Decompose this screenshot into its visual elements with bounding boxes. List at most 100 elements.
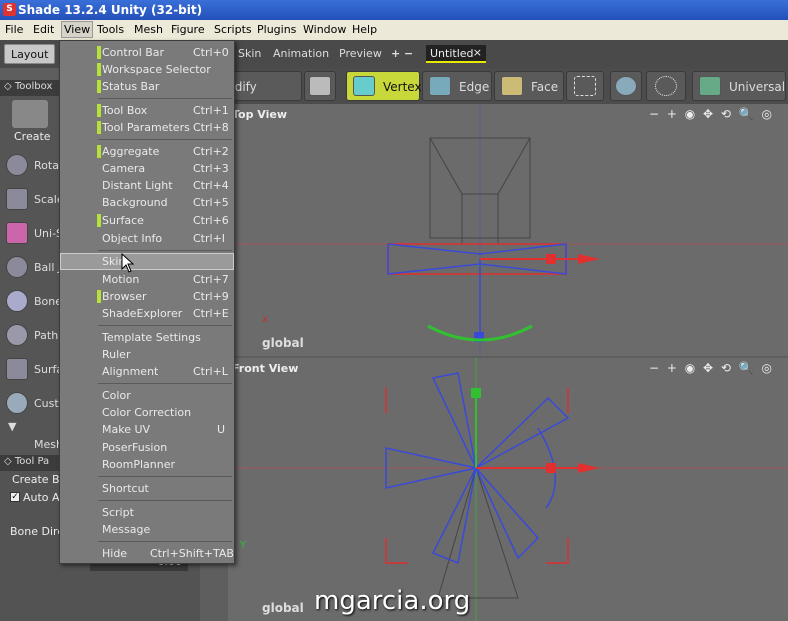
menu-item-alignment[interactable]: Alignment Ctrl+L bbox=[60, 363, 234, 380]
collapse-icon[interactable]: ◇ bbox=[4, 81, 15, 92]
add-remove-tab-button[interactable]: + − bbox=[391, 47, 413, 60]
front-view-title[interactable]: Front View bbox=[232, 362, 298, 375]
document-tab-label: Untitled bbox=[430, 47, 474, 60]
rect-select-button[interactable] bbox=[566, 71, 604, 101]
menu-item-room-planner[interactable]: RoomPlanner bbox=[60, 456, 234, 473]
lasso-select-button[interactable] bbox=[646, 71, 686, 101]
toolbox-item-rotate[interactable]: Rota bbox=[2, 148, 59, 182]
create-pen-icon[interactable] bbox=[12, 100, 48, 128]
menu-window[interactable]: Window bbox=[303, 23, 346, 36]
tab-layout[interactable]: Layout bbox=[4, 44, 56, 64]
check-mark-icon bbox=[97, 145, 101, 158]
menu-tools[interactable]: Tools bbox=[97, 23, 124, 36]
vertex-label: Vertex bbox=[383, 80, 422, 94]
toolbox-item-surface[interactable]: Surfa bbox=[2, 352, 63, 386]
tab-skin[interactable]: Skin bbox=[238, 47, 261, 60]
top-viewport[interactable]: x Top View − + ◉ ✥ ⟲ 🔍 ◎ global bbox=[228, 104, 788, 356]
front-view-coord-label[interactable]: global bbox=[262, 601, 304, 615]
menu-item-status-bar[interactable]: Status Bar bbox=[60, 78, 234, 95]
menu-item-motion[interactable]: Motion Ctrl+7 bbox=[60, 271, 234, 288]
face-mode-button[interactable]: Face bbox=[494, 71, 564, 101]
toolbox-item-custom[interactable]: Cust bbox=[2, 386, 59, 420]
menu-item-camera[interactable]: Camera Ctrl+3 bbox=[60, 160, 234, 177]
check-mark-icon bbox=[97, 214, 101, 227]
shade-app-icon: S bbox=[3, 3, 16, 16]
menu-scripts[interactable]: Scripts bbox=[214, 23, 252, 36]
menu-edit[interactable]: Edit bbox=[33, 23, 54, 36]
toolbox-panel: ◇ Toolbox Create Rota Scale Uni-S Ball J… bbox=[0, 80, 64, 455]
scale-tool-icon bbox=[6, 188, 28, 210]
viewport-controls[interactable]: − + ◉ ✥ ⟲ 🔍 ◎ bbox=[649, 107, 774, 121]
vertex-mode-button[interactable]: Vertex bbox=[346, 71, 422, 101]
menu-item-skin[interactable]: Skin bbox=[60, 253, 234, 270]
universal-manipulator-button[interactable]: Universal bbox=[692, 71, 786, 101]
menu-item-object-info[interactable]: Object Info Ctrl+I bbox=[60, 230, 234, 247]
auto-align-checkbox[interactable]: ✓ bbox=[10, 492, 20, 502]
menu-item-browser[interactable]: Browser Ctrl+9 bbox=[60, 288, 234, 305]
tab-animation[interactable]: Animation bbox=[273, 47, 329, 60]
viewport-controls[interactable]: − + ◉ ✥ ⟲ 🔍 ◎ bbox=[649, 361, 774, 375]
top-view-canvas[interactable]: x bbox=[228, 104, 788, 356]
menu-item-shade-explorer[interactable]: ShadeExplorer Ctrl+E bbox=[60, 305, 234, 322]
control-bar: Modify Vertex Edge Face Universal bbox=[200, 68, 788, 104]
front-view-canvas[interactable]: Y bbox=[228, 358, 788, 621]
close-document-icon[interactable]: × bbox=[473, 46, 482, 59]
menu-item-tool-parameters[interactable]: Tool Parameters Ctrl+8 bbox=[60, 119, 234, 136]
lasso-icon bbox=[655, 76, 677, 96]
menu-item-color-correction[interactable]: Color Correction bbox=[60, 404, 234, 421]
front-viewport[interactable]: Y Front View − + ◉ ✥ ⟲ 🔍 ◎ global bbox=[228, 358, 788, 621]
surface-tool-icon bbox=[6, 358, 28, 380]
tab-preview[interactable]: Preview bbox=[339, 47, 382, 60]
rotate-tool-icon bbox=[6, 154, 28, 176]
menu-item-make-uv[interactable]: Make UV U bbox=[60, 421, 234, 438]
face-label: Face bbox=[531, 80, 559, 94]
menu-item-poser-fusion[interactable]: PoserFusion bbox=[60, 439, 234, 456]
create-label[interactable]: Create bbox=[14, 130, 51, 143]
menu-item-aggregate[interactable]: Aggregate Ctrl+2 bbox=[60, 143, 234, 160]
svg-text:Y: Y bbox=[239, 540, 247, 551]
menu-help[interactable]: Help bbox=[352, 23, 377, 36]
window-title: Shade 13.2.4 Unity (32-bit) bbox=[18, 3, 203, 17]
toolbox-item-scale[interactable]: Scale bbox=[2, 182, 64, 216]
toolbox-item-mesh[interactable]: Mesh bbox=[2, 434, 63, 454]
menu-item-control-bar[interactable]: Control Bar Ctrl+0 bbox=[60, 44, 234, 61]
menu-item-message[interactable]: Message bbox=[60, 521, 234, 538]
camera-button[interactable] bbox=[304, 71, 336, 101]
menu-item-distant-light[interactable]: Distant Light Ctrl+4 bbox=[60, 177, 234, 194]
menu-mesh[interactable]: Mesh bbox=[134, 23, 163, 36]
uniform-scale-icon bbox=[6, 222, 28, 244]
top-view-title[interactable]: Top View bbox=[232, 108, 287, 121]
menu-item-background[interactable]: Background Ctrl+5 bbox=[60, 194, 234, 211]
rect-select-icon bbox=[574, 76, 596, 96]
toolbox-item-uniform-scale[interactable]: Uni-S bbox=[2, 216, 63, 250]
menu-separator bbox=[98, 98, 232, 99]
expand-arrow-icon[interactable]: ▼ bbox=[8, 420, 16, 433]
menu-file[interactable]: File bbox=[5, 23, 23, 36]
collapse-icon[interactable]: ◇ bbox=[4, 456, 15, 467]
menu-item-surface[interactable]: Surface Ctrl+6 bbox=[60, 212, 234, 229]
window-title-bar: S Shade 13.2.4 Unity (32-bit) bbox=[0, 0, 788, 20]
menu-view[interactable]: View bbox=[61, 21, 94, 38]
menu-item-shortcut[interactable]: Shortcut bbox=[60, 480, 234, 497]
gear-icon bbox=[6, 392, 28, 414]
menu-item-hide[interactable]: Hide Ctrl+Shift+TAB bbox=[60, 545, 234, 562]
watermark-text: mgarcia.org bbox=[314, 586, 471, 616]
menu-item-color[interactable]: Color bbox=[60, 387, 234, 404]
edge-label: Edge bbox=[459, 80, 490, 94]
top-view-coord-label[interactable]: global bbox=[262, 336, 304, 350]
menu-item-template-settings[interactable]: Template Settings bbox=[60, 329, 234, 346]
toolbox-item-bone[interactable]: Bone bbox=[2, 284, 62, 318]
menu-figure[interactable]: Figure bbox=[171, 23, 205, 36]
toolbox-item-path[interactable]: Path bbox=[2, 318, 58, 352]
menu-item-script[interactable]: Script bbox=[60, 504, 234, 521]
rotate-view-button[interactable] bbox=[610, 71, 642, 101]
menu-item-ruler[interactable]: Ruler bbox=[60, 346, 234, 363]
vertex-cube-icon bbox=[353, 76, 375, 96]
bone-tool-icon bbox=[6, 290, 28, 312]
menu-plugins[interactable]: Plugins bbox=[257, 23, 296, 36]
toolbox-item-ball-joint[interactable]: Ball J bbox=[2, 250, 61, 284]
document-tab[interactable]: Untitled × bbox=[426, 45, 486, 63]
menu-item-workspace-selector[interactable]: Workspace Selector bbox=[60, 61, 234, 78]
menu-item-tool-box[interactable]: Tool Box Ctrl+1 bbox=[60, 102, 234, 119]
edge-mode-button[interactable]: Edge bbox=[422, 71, 492, 101]
